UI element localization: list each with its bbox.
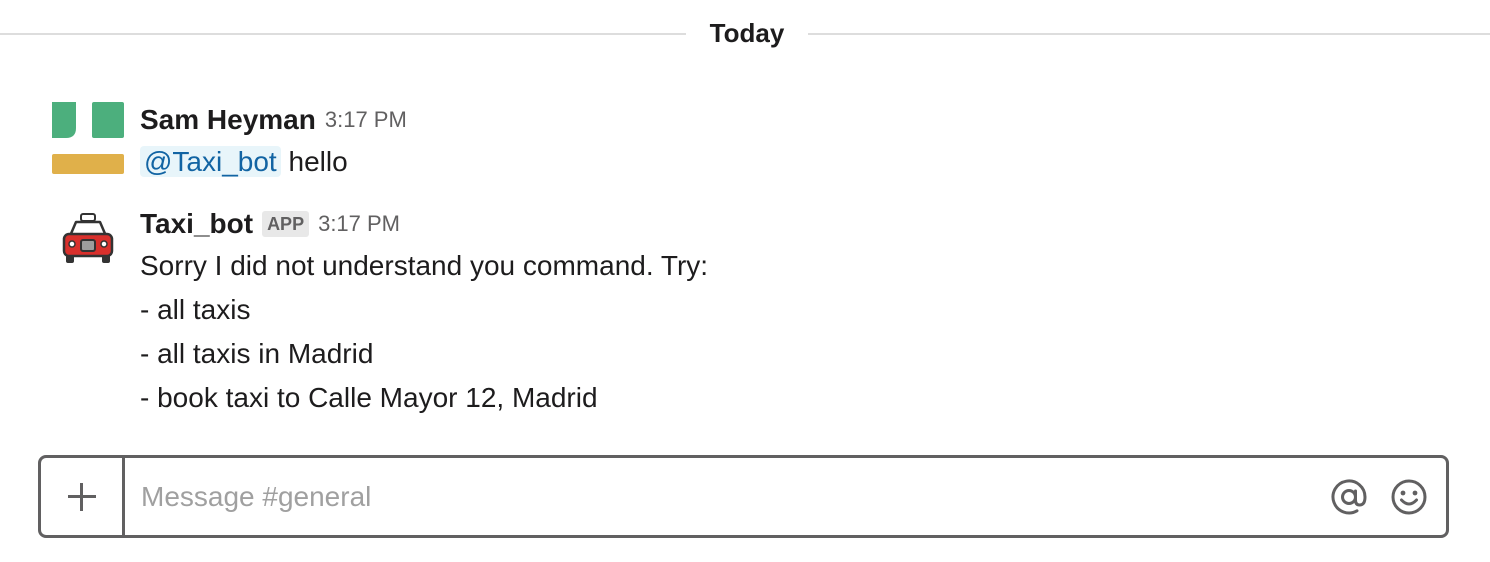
at-icon xyxy=(1331,479,1367,515)
taxi-icon xyxy=(62,213,114,263)
app-badge: APP xyxy=(262,211,310,237)
smiley-icon xyxy=(1391,479,1427,515)
divider-line-left xyxy=(0,33,686,35)
emoji-button[interactable] xyxy=(1389,477,1429,517)
message-text: @Taxi_bot hello xyxy=(140,140,1450,184)
green-yellow-blocks-avatar-icon xyxy=(52,102,124,174)
message-header: Sam Heyman 3:17 PM xyxy=(140,100,1450,140)
mention-button[interactable] xyxy=(1329,477,1369,517)
message-text-content: hello xyxy=(288,146,348,177)
add-attachment-button[interactable] xyxy=(41,458,125,535)
user-avatar[interactable] xyxy=(52,102,124,174)
message-input[interactable] xyxy=(141,458,1301,535)
sender-name[interactable]: Taxi_bot xyxy=(140,208,253,240)
plus-icon xyxy=(67,482,96,511)
message-body: Sam Heyman 3:17 PM @Taxi_bot hello xyxy=(140,100,1450,184)
day-divider: Today xyxy=(0,14,1490,54)
message-line: - all taxis xyxy=(140,294,251,325)
message-composer xyxy=(38,455,1449,538)
day-divider-label[interactable]: Today xyxy=(686,18,808,49)
message-timestamp[interactable]: 3:17 PM xyxy=(318,211,400,237)
message-line: - all taxis in Madrid xyxy=(140,338,374,369)
divider-line-right xyxy=(808,33,1490,35)
sender-name[interactable]: Sam Heyman xyxy=(140,104,316,136)
message-line: - book taxi to Calle Mayor 12, Madrid xyxy=(140,382,598,413)
message-timestamp[interactable]: 3:17 PM xyxy=(325,107,407,133)
message-header: Taxi_bot APP 3:17 PM xyxy=(140,204,1450,244)
bot-mention[interactable]: @Taxi_bot xyxy=(140,146,281,177)
chat-page: Today Sam Heyman 3:17 PM @Taxi_bot hello xyxy=(0,0,1490,562)
message-body: Taxi_bot APP 3:17 PM Sorry I did not und… xyxy=(140,204,1450,420)
bot-avatar[interactable] xyxy=(52,206,124,278)
message-line: Sorry I did not understand you command. … xyxy=(140,250,709,281)
